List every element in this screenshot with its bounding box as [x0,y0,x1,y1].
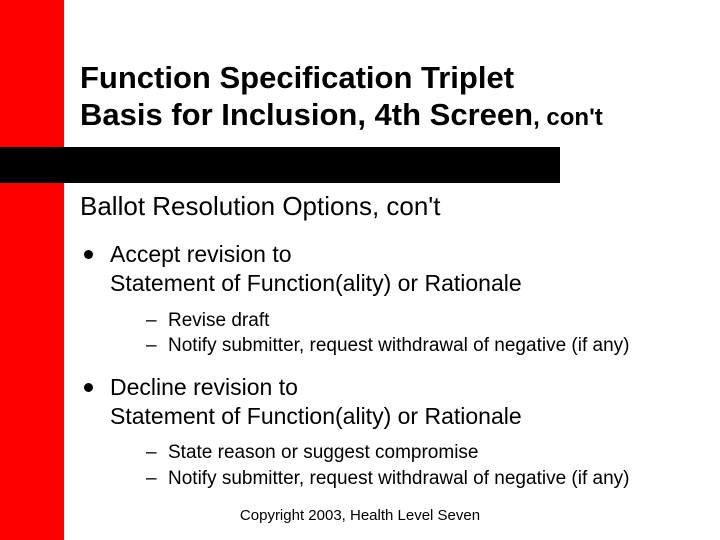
slide-content: Function Specification Triplet Basis for… [80,60,700,506]
bullet-list: Accept revision to Statement of Function… [80,240,700,492]
sub-list-item: Notify submitter, request withdrawal of … [110,333,700,359]
bullet-text-line: Decline revision to [110,374,298,400]
sub-bullet-list: Revise draft Notify submitter, request w… [110,308,700,359]
sub-bullet-list: State reason or suggest compromise Notif… [110,440,700,491]
list-item: Accept revision to Statement of Function… [80,240,700,359]
slide-title: Function Specification Triplet Basis for… [80,60,700,133]
sub-list-item: Revise draft [110,308,700,334]
title-line-2-main: Basis for Inclusion, 4th Screen [80,97,533,132]
bullet-text-line: Statement of Function(ality) or Rational… [110,270,522,296]
title-line-1: Function Specification Triplet [80,60,514,95]
title-line-2-suffix: , con't [533,104,603,131]
footer-copyright: Copyright 2003, Health Level Seven [0,507,720,524]
sub-list-item: State reason or suggest compromise [110,440,700,466]
subheading: Ballot Resolution Options, con't [80,191,700,222]
bullet-text-line: Accept revision to [110,241,292,267]
list-item: Decline revision to Statement of Functio… [80,373,700,492]
side-accent-bar [0,0,64,540]
sub-list-item: Notify submitter, request withdrawal of … [110,466,700,492]
bullet-text-line: Statement of Function(ality) or Rational… [110,403,522,429]
